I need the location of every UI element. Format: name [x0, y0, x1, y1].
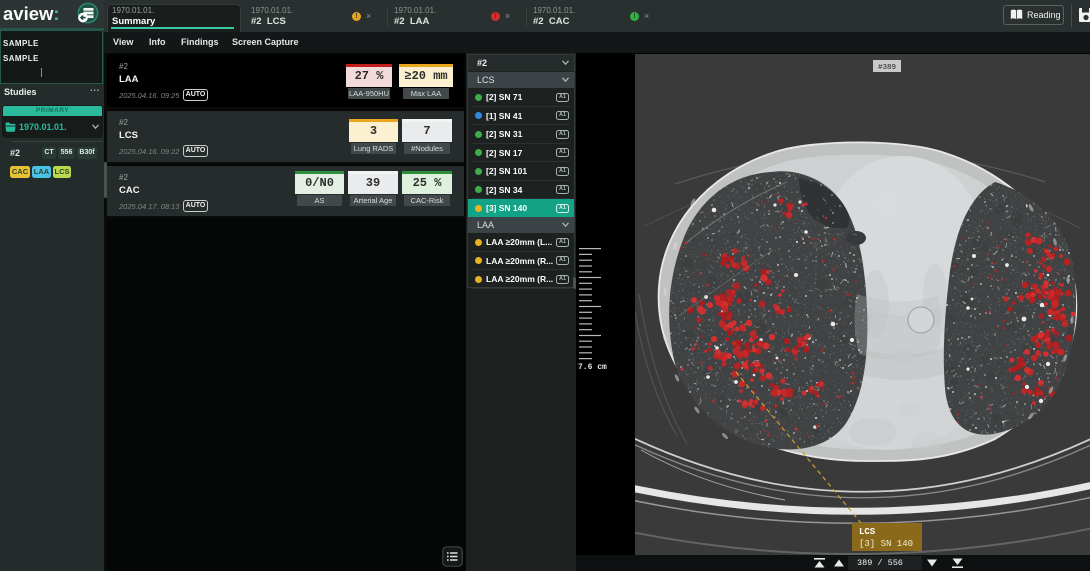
svg-text:#389: #389 [878, 64, 896, 72]
svg-text:[3] SN 140: [3] SN 140 [859, 539, 913, 549]
svg-text:LCS: LCS [859, 527, 876, 537]
